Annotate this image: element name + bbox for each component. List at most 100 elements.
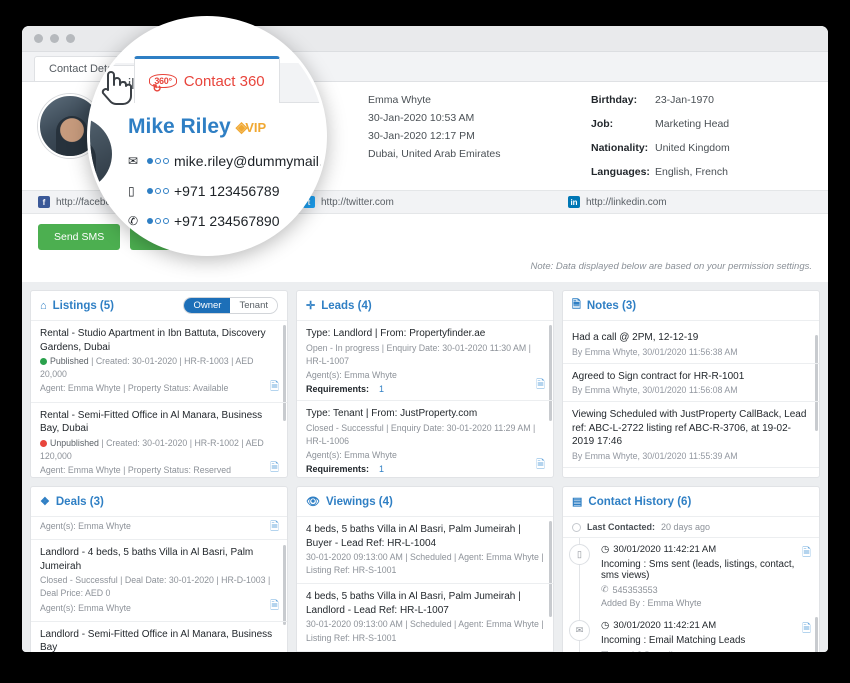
360-icon: 360°	[149, 74, 177, 95]
requirements-count: 1	[379, 464, 385, 475]
panel-viewings-title: Viewings (4)	[325, 495, 393, 508]
listing-status: Unpublished	[50, 437, 99, 448]
last-contacted-value: 20 days ago	[661, 522, 711, 532]
notes-list[interactable]: Had a call @ 2PM, 12-12-19 By Emma Whyte…	[563, 321, 819, 477]
magnified-email[interactable]: mike.riley@dummymail.com	[174, 153, 324, 169]
table-row[interactable]: Rental - Semi-Fitted Office in Al Manara…	[31, 403, 287, 477]
panel-deals-title: Deals (3)	[55, 495, 104, 508]
panel-leads: ✛ Leads (4) Type: Landlord | From: Prope…	[296, 290, 554, 478]
panel-history-title-group: ▤ Contact History (6)	[572, 495, 691, 509]
status-badge: VIP	[245, 119, 267, 135]
table-row[interactable]: Rental - Studio Apartment in Ibn Battuta…	[31, 321, 287, 403]
profile-location: Dubai, United Arab Emirates	[368, 148, 501, 160]
panel-listings-header: ⌂ Listings (5) Owner Tenant	[31, 291, 287, 321]
listing-title: Rental - Studio Apartment in Ibn Battuta…	[40, 328, 266, 353]
deal-title: Landlord - 4 beds, 5 baths Villa in Al B…	[40, 547, 254, 572]
panel-leads-title-group: ✛ Leads (4)	[306, 299, 372, 313]
lead-title: Type: Landlord | From: Propertyfinder.ae	[306, 328, 486, 339]
field-label-nationality: Nationality:	[591, 142, 649, 154]
document-icon[interactable]: 🗎	[536, 456, 545, 475]
magnifier-overlay: etails 360° Contact 360 Mike Riley ◈ VIP…	[87, 16, 327, 256]
profile-created: 30-Jan-2020 10:53 AM	[368, 112, 475, 124]
listing-meta2: Agent: Emma Whyte | Property Status: Res…	[40, 464, 232, 475]
note-text: Had a call @ 2PM, 12-12-19	[572, 332, 699, 343]
deal-meta: Closed - Successful | Deal Date: 30-01-2…	[40, 575, 271, 599]
document-icon[interactable]: 🗎	[270, 378, 279, 397]
magnified-tab-contact-360[interactable]: 360° Contact 360	[134, 56, 280, 103]
document-icon[interactable]: 🗎	[270, 597, 279, 616]
list-item[interactable]: ▯ ◷ 30/01/2020 11:42:21 AM Incoming : Sm…	[563, 538, 819, 620]
deal-agent: Agent(s): Emma Whyte	[40, 602, 131, 613]
listing-title: Rental - Semi-Fitted Office in Al Manara…	[40, 409, 263, 435]
list-item[interactable]: Agreed to Sign contract for HR-R-1001 By…	[563, 364, 819, 402]
magnified-phone-row: ✆ +971 234567890	[128, 213, 280, 229]
magnified-mobile[interactable]: +971 123456789	[174, 183, 280, 199]
deals-list[interactable]: Agent(s): Emma Whyte 🗎 Landlord - 4 beds…	[31, 517, 287, 652]
magnified-name: Mike Riley	[128, 115, 231, 138]
field-value-nationality: United Kingdom	[655, 142, 730, 154]
lead-meta: Closed - Successful | Enquiry Date: 30-0…	[306, 422, 536, 446]
panel-listings: ⌂ Listings (5) Owner Tenant Rental - Stu…	[30, 290, 288, 478]
window-maximize-dot[interactable]	[66, 34, 75, 43]
panel-notes-header: 🗎 Notes (3)	[563, 291, 819, 321]
panel-notes-title: Notes (3)	[586, 299, 637, 312]
listings-owner-tenant-toggle[interactable]: Owner Tenant	[183, 297, 278, 314]
permission-note-row: Note: Data displayed below are based on …	[22, 256, 828, 282]
field-label-languages: Languages:	[591, 166, 650, 178]
toggle-owner[interactable]: Owner	[184, 298, 231, 313]
window-close-dot[interactable]	[34, 34, 43, 43]
linkedin-url: http://linkedin.com	[586, 196, 667, 208]
history-list[interactable]: Last Contacted: 20 days ago ▯ ◷ 30/01/20…	[563, 517, 819, 652]
leads-list[interactable]: Type: Landlord | From: Propertyfinder.ae…	[297, 321, 553, 477]
viewing-title: 4 beds, 5 baths Villa in Al Basri, Palm …	[306, 524, 521, 549]
clock-icon: ◷	[601, 544, 610, 555]
viewings-list[interactable]: 4 beds, 5 baths Villa in Al Basri, Palm …	[297, 517, 553, 652]
profile-fields-column: Birthday: 23-Jan-1970 Job: Marketing Hea…	[591, 94, 730, 184]
listing-meta2: Agent: Emma Whyte | Property Status: Ava…	[40, 383, 229, 394]
panel-viewings-title-group: 👁 Viewings (4)	[306, 495, 393, 509]
table-row[interactable]: Landlord - 4 beds, 5 baths Villa in Al B…	[31, 540, 287, 622]
document-icon[interactable]: 🗎	[802, 544, 811, 563]
mobile-strength-dots	[147, 188, 169, 194]
toggle-tenant[interactable]: Tenant	[230, 298, 277, 313]
panel-notes-title-group: 🗎 Notes (3)	[572, 296, 636, 315]
panel-notes: 🗎 Notes (3) Had a call @ 2PM, 12-12-19 B…	[562, 290, 820, 478]
document-icon[interactable]: 🗎	[270, 518, 279, 537]
lead-requirements: Requirements: 1	[306, 384, 544, 394]
facebook-icon: f	[38, 196, 50, 208]
listings-list[interactable]: Rental - Studio Apartment in Ibn Battuta…	[31, 321, 287, 477]
email-strength-dots	[147, 158, 169, 164]
list-item[interactable]: Viewing Scheduled with JustProperty Call…	[563, 402, 819, 468]
table-row-partial[interactable]: Agent(s): Emma Whyte 🗎	[31, 517, 287, 541]
table-row[interactable]: Type: Landlord | From: Propertyfinder.ae…	[297, 321, 553, 402]
note-author: By Emma Whyte, 30/01/2020 11:56:38 AM	[572, 346, 738, 357]
note-author: By Emma Whyte, 30/01/2020 11:56:08 AM	[572, 385, 738, 395]
listing-meta: Published | Created: 30-01-2020 | HR-R-1…	[40, 355, 278, 381]
list-item[interactable]: Had a call @ 2PM, 12-12-19 By Emma Whyte…	[563, 321, 819, 364]
social-link-twitter[interactable]: t http://twitter.com	[303, 196, 568, 208]
move-icon: ✛	[306, 300, 316, 312]
lead-title: Type: Tenant | From: JustProperty.com	[306, 408, 478, 420]
history-time: 30/01/2020 11:42:21 AM	[613, 544, 717, 555]
table-row[interactable]: Landlord - Semi-Fitted Office in Al Mana…	[31, 622, 287, 652]
panel-history-header: ▤ Contact History (6)	[563, 487, 819, 517]
document-icon[interactable]: 🗎	[270, 459, 279, 477]
table-row[interactable]: 4 beds, 5 baths Villa in Al Basri, Palm …	[297, 517, 553, 585]
hand-cursor-icon	[101, 71, 132, 105]
linkedin-icon: in	[568, 196, 580, 208]
field-label-birthday: Birthday:	[591, 94, 638, 106]
table-row[interactable]: 4 beds, 5 baths Villa in Al Basri, Palm …	[297, 584, 553, 652]
history-time-row: ◷ 30/01/2020 11:42:21 AM	[601, 544, 810, 555]
social-link-linkedin[interactable]: in http://linkedin.com	[568, 196, 667, 208]
magnified-profile: Mike Riley ◈ VIP ✉ mike.riley@dummymail.…	[90, 103, 324, 253]
history-sub-row: ✆ 545353553	[601, 584, 810, 595]
list-item[interactable]: ✉ ◷ 30/01/2020 11:42:21 AM Incoming : Em…	[563, 614, 819, 652]
magnified-phone[interactable]: +971 234567890	[174, 213, 280, 229]
note-text: Agreed to Sign contract for HR-R-1001	[572, 370, 745, 382]
note-icon: 🗎	[572, 299, 581, 311]
document-icon[interactable]: 🗎	[536, 376, 545, 395]
window-minimize-dot[interactable]	[50, 34, 59, 43]
last-contacted-row: Last Contacted: 20 days ago	[563, 517, 819, 538]
document-icon[interactable]: 🗎	[802, 620, 811, 639]
table-row[interactable]: Type: Tenant | From: JustProperty.com Cl…	[297, 401, 553, 477]
